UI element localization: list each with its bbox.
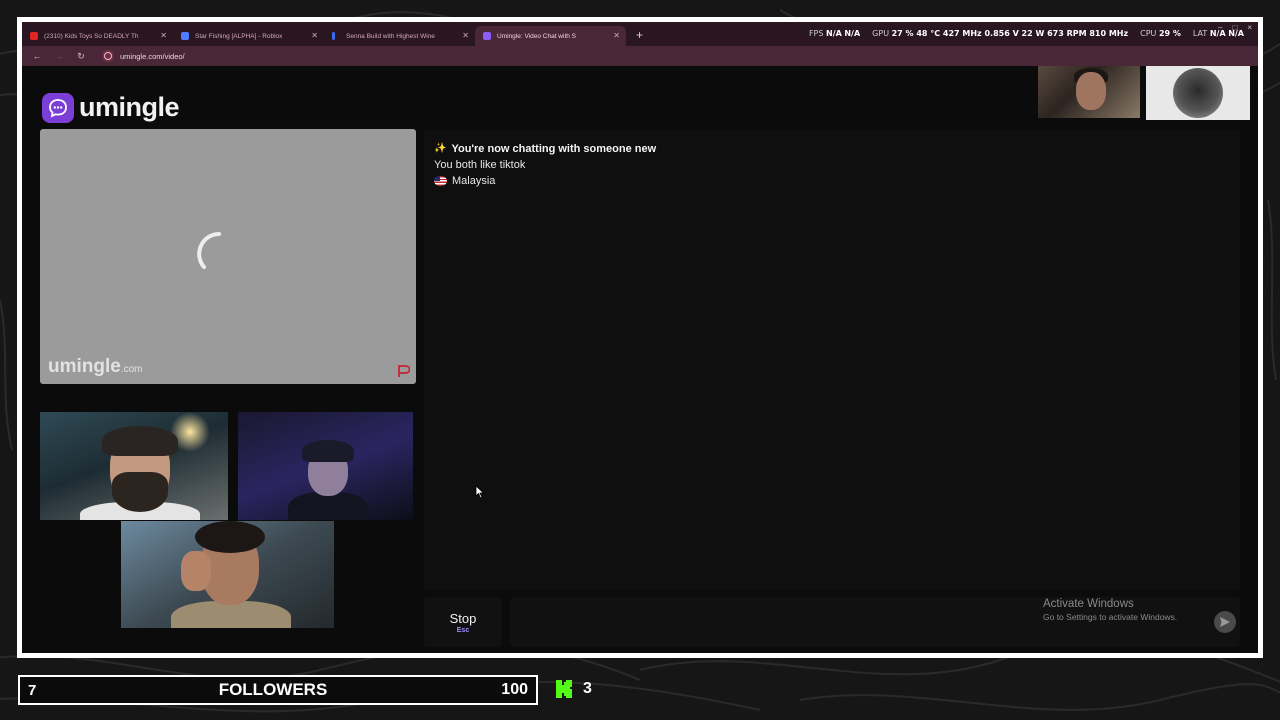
person-beard <box>112 472 168 512</box>
webcam-avatar <box>1173 68 1223 118</box>
kick-viewer-count: 3 <box>583 680 592 697</box>
streamer-webcam <box>1038 66 1140 118</box>
webcam-person-face <box>1076 72 1106 110</box>
cpu-stat: CPU 29 % <box>1140 29 1181 38</box>
mouse-cursor-icon <box>475 485 485 499</box>
umingle-icon <box>483 32 491 40</box>
tab-title: (2310) Kids Toys So DEADLY Th <box>44 32 139 40</box>
followers-goal: 100 <box>501 681 528 698</box>
country-message: Malaysia <box>434 173 1230 189</box>
tab-senna-build[interactable]: Senna Build with Highest Wine ✕ <box>324 26 475 46</box>
stream-frame: (2310) Kids Toys So DEADLY Th ✕ Star Fis… <box>17 17 1263 658</box>
site-info-icon[interactable] <box>102 50 114 62</box>
fps-stat: FPS N/A N/A <box>808 29 861 38</box>
close-icon[interactable]: ✕ <box>311 31 318 40</box>
window-controls: – □ × <box>1218 23 1252 32</box>
person-hat <box>302 440 354 462</box>
close-window-button[interactable]: × <box>1247 23 1252 32</box>
tab-umingle[interactable]: Umingle: Video Chat with S ✕ <box>475 26 626 46</box>
new-tab-button[interactable]: + <box>636 28 643 42</box>
stop-shortcut: Esc <box>456 626 470 634</box>
url-field[interactable]: umingle.com/video/ <box>102 50 185 62</box>
tab-bar: (2310) Kids Toys So DEADLY Th ✕ Star Fis… <box>22 22 1258 46</box>
youtube-icon <box>30 32 38 40</box>
close-icon[interactable]: ✕ <box>160 31 167 40</box>
tab-title: Senna Build with Highest Wine <box>346 32 435 40</box>
activate-windows-notice: Activate Windows Go to Settings to activ… <box>1043 598 1177 622</box>
status-text: You're now chatting with someone new <box>451 143 657 155</box>
close-icon[interactable]: ✕ <box>613 31 620 40</box>
person-hand <box>181 551 211 591</box>
person-shirt <box>171 601 291 628</box>
minimize-button[interactable]: – <box>1218 23 1222 32</box>
tab-youtube[interactable]: (2310) Kids Toys So DEADLY Th ✕ <box>22 26 173 46</box>
shared-interest-message: You both like tiktok <box>434 159 526 171</box>
chat-bubble-icon <box>42 92 74 123</box>
close-icon[interactable]: ✕ <box>462 31 469 40</box>
activate-title: Activate Windows <box>1043 598 1134 610</box>
send-icon <box>1220 617 1230 627</box>
tab-title: Star Fishing [ALPHA] - Roblox <box>195 32 283 40</box>
chat-panel: ✨ You're now chatting with someone new Y… <box>424 129 1240 591</box>
tab-title: Umingle: Video Chat with S <box>497 32 577 40</box>
kick-viewers: 3 <box>555 679 592 699</box>
country-text: Malaysia <box>452 175 496 187</box>
person-hat <box>102 426 178 456</box>
local-video-2 <box>238 412 413 520</box>
site-icon <box>332 32 335 40</box>
secondary-webcam <box>1146 66 1250 120</box>
url-text: umingle.com/video/ <box>120 51 185 61</box>
followers-goal-bar: 7 FOLLOWERS 100 <box>18 675 538 705</box>
activate-subtitle: Go to Settings to activate Windows. <box>1043 612 1178 622</box>
flag-icon <box>434 176 447 186</box>
report-flag-icon[interactable] <box>396 364 410 378</box>
stop-label: Stop <box>449 610 477 626</box>
gpu-stat: GPU 27 % 48 °C 427 MHz 0.856 V 22 W 673 … <box>872 29 1129 38</box>
roblox-icon <box>181 32 189 40</box>
forward-icon[interactable]: → <box>54 51 64 61</box>
umingle-logo[interactable]: umingle <box>42 92 180 123</box>
send-button[interactable] <box>1214 611 1236 633</box>
stop-button[interactable]: Stop Esc <box>424 597 502 647</box>
back-icon[interactable]: ← <box>32 51 42 61</box>
local-video-3 <box>121 521 334 628</box>
kick-icon <box>556 680 572 698</box>
chat-status-message: ✨ You're now chatting with someone new <box>434 141 1230 157</box>
maximize-button[interactable]: □ <box>1232 23 1237 32</box>
followers-count: 7 <box>28 681 37 699</box>
sparkle-icon: ✨ <box>434 143 447 154</box>
local-video-1 <box>40 412 228 520</box>
browser-window: (2310) Kids Toys So DEADLY Th ✕ Star Fis… <box>22 22 1258 653</box>
loading-spinner-icon <box>197 232 221 269</box>
logo-text: umingle <box>79 92 180 122</box>
person-hair <box>195 521 265 553</box>
tab-roblox[interactable]: Star Fishing [ALPHA] - Roblox ✕ <box>173 26 324 46</box>
umingle-watermark: umingle.com <box>48 356 143 377</box>
person-body <box>288 492 368 520</box>
address-bar: ← → ↻ umingle.com/video/ <box>22 46 1258 66</box>
performance-overlay: FPS N/A N/A GPU 27 % 48 °C 427 MHz 0.856… <box>809 29 1244 38</box>
reload-icon[interactable]: ↻ <box>76 51 86 62</box>
followers-label: FOLLOWERS <box>218 680 328 699</box>
stranger-video: umingle.com <box>40 129 416 384</box>
